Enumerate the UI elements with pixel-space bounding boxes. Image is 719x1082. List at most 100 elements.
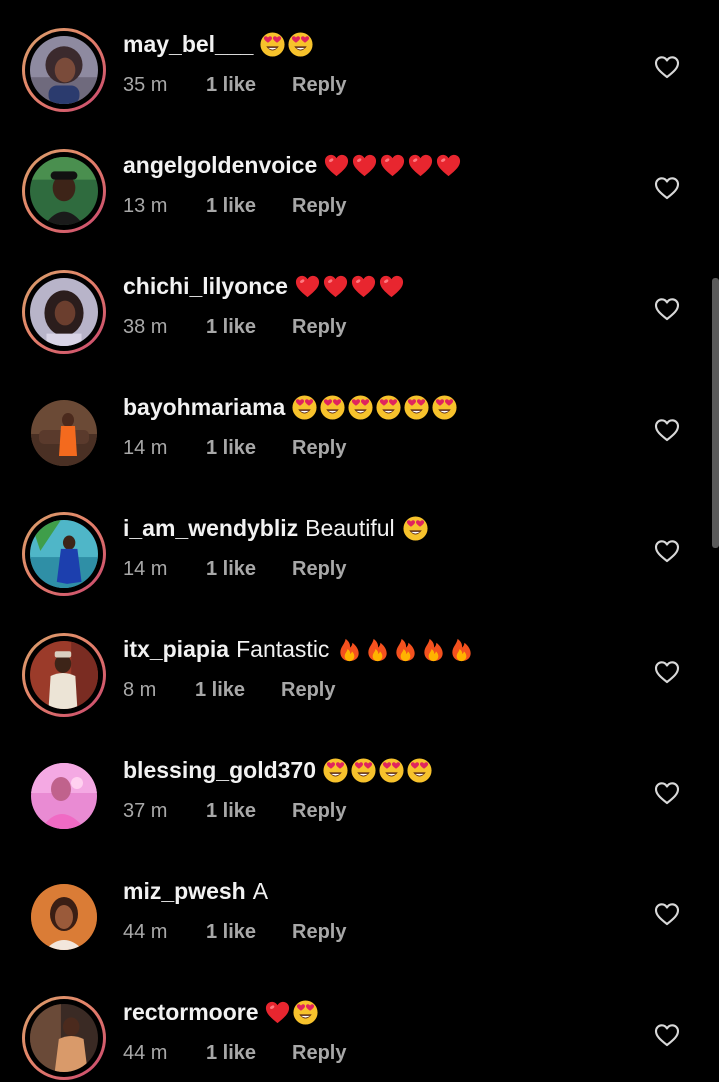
- comment-time: 14 m: [123, 437, 168, 459]
- comment-row: chichi_lilyonce 38 m 1 like Reply: [0, 242, 719, 363]
- like-count-button[interactable]: 1 like: [195, 679, 281, 702]
- heart-eyes-emoji: [406, 757, 433, 784]
- comment-meta: 44 m 1 like Reply: [123, 921, 346, 944]
- comment-line: may_bel___: [123, 31, 315, 58]
- like-count-button[interactable]: 1 like: [206, 558, 292, 581]
- comment-emojis: [291, 394, 459, 421]
- profile-photo[interactable]: [30, 520, 98, 588]
- comment-emojis: [322, 757, 434, 784]
- reply-button[interactable]: Reply: [292, 195, 346, 218]
- comment-line: miz_pwesh A: [123, 878, 275, 905]
- comment-emojis: [323, 152, 463, 179]
- like-count-button[interactable]: 1 like: [206, 74, 292, 97]
- like-count-button[interactable]: 1 like: [206, 316, 292, 339]
- reply-button[interactable]: Reply: [281, 679, 335, 702]
- heart-outline-icon[interactable]: [654, 1023, 680, 1047]
- fire-emoji: [392, 636, 419, 663]
- comment-meta: 35 m 1 like Reply: [123, 74, 346, 97]
- username-link[interactable]: bayohmariama: [123, 394, 285, 421]
- like-count-button[interactable]: 1 like: [206, 921, 292, 944]
- heart-outline-icon[interactable]: [654, 418, 680, 442]
- profile-photo[interactable]: [31, 763, 97, 829]
- heart-eyes-emoji: [431, 394, 458, 421]
- heart-outline-icon[interactable]: [654, 781, 680, 805]
- red-heart-emoji: [264, 999, 291, 1026]
- username-link[interactable]: angelgoldenvoice: [123, 152, 317, 179]
- username-link[interactable]: miz_pwesh: [123, 878, 246, 905]
- avatar[interactable]: [22, 875, 106, 959]
- comment-line: blessing_gold370: [123, 757, 434, 784]
- like-count-button[interactable]: 1 like: [206, 800, 292, 823]
- comment-line: angelgoldenvoice: [123, 152, 463, 179]
- reply-button[interactable]: Reply: [292, 437, 346, 460]
- red-heart-emoji: [351, 152, 378, 179]
- reply-button[interactable]: Reply: [292, 74, 346, 97]
- comment-row: bayohmariama 14 m 1 like Reply: [0, 363, 719, 484]
- username-link[interactable]: itx_piapia: [123, 636, 229, 663]
- avatar[interactable]: [22, 28, 106, 112]
- comment-time: 38 m: [123, 316, 168, 338]
- comments-screen: may_bel___ 35 m 1 like Reply angelgolden…: [0, 0, 719, 1082]
- heart-eyes-emoji: [378, 757, 405, 784]
- reply-button[interactable]: Reply: [292, 558, 346, 581]
- heart-outline-icon[interactable]: [654, 297, 680, 321]
- comment-meta: 38 m 1 like Reply: [123, 316, 346, 339]
- reply-button[interactable]: Reply: [292, 800, 346, 823]
- profile-photo[interactable]: [30, 36, 98, 104]
- comment-row: i_am_wendybliz Beautiful 14 m 1 like Rep…: [0, 484, 719, 605]
- comment-text: Beautiful: [305, 515, 395, 541]
- profile-photo[interactable]: [30, 1004, 98, 1072]
- profile-photo[interactable]: [30, 641, 98, 709]
- heart-eyes-emoji: [403, 394, 430, 421]
- heart-eyes-emoji: [291, 394, 318, 421]
- comment-meta: 13 m 1 like Reply: [123, 195, 346, 218]
- comment-row: blessing_gold370 37 m 1 like Reply: [0, 726, 719, 847]
- red-heart-emoji: [323, 152, 350, 179]
- profile-photo[interactable]: [31, 884, 97, 950]
- comment-time: 37 m: [123, 800, 168, 822]
- red-heart-emoji: [435, 152, 462, 179]
- username-link[interactable]: i_am_wendybliz: [123, 515, 298, 542]
- heart-outline-icon[interactable]: [654, 55, 680, 79]
- avatar[interactable]: [22, 270, 106, 354]
- comment-line: rectormoore: [123, 999, 320, 1026]
- profile-photo[interactable]: [30, 278, 98, 346]
- comment-time: 44 m: [123, 1042, 168, 1064]
- comment-text: Fantastic: [236, 636, 330, 662]
- username-link[interactable]: rectormoore: [123, 999, 258, 1026]
- like-count-button[interactable]: 1 like: [206, 195, 292, 218]
- comment-row: miz_pwesh A 44 m 1 like Reply: [0, 847, 719, 968]
- comment-meta: 14 m 1 like Reply: [123, 437, 346, 460]
- avatar[interactable]: [22, 391, 106, 475]
- profile-photo[interactable]: [31, 400, 97, 466]
- reply-button[interactable]: Reply: [292, 1042, 346, 1065]
- heart-outline-icon[interactable]: [654, 660, 680, 684]
- heart-outline-icon[interactable]: [654, 539, 680, 563]
- like-count-button[interactable]: 1 like: [206, 437, 292, 460]
- heart-outline-icon[interactable]: [654, 176, 680, 200]
- avatar[interactable]: [22, 996, 106, 1080]
- comment-text: A: [252, 878, 269, 904]
- like-count-button[interactable]: 1 like: [206, 1042, 292, 1065]
- profile-photo[interactable]: [30, 157, 98, 225]
- username-link[interactable]: blessing_gold370: [123, 757, 316, 784]
- username-link[interactable]: may_bel___: [123, 31, 253, 58]
- comment-line: bayohmariama: [123, 394, 459, 421]
- comment-emojis: [259, 31, 315, 58]
- reply-button[interactable]: Reply: [292, 921, 346, 944]
- heart-eyes-emoji: [322, 757, 349, 784]
- avatar[interactable]: [22, 754, 106, 838]
- comment-emojis: [264, 999, 320, 1026]
- comment-meta: 8 m 1 like Reply: [123, 679, 335, 702]
- username-link[interactable]: chichi_lilyonce: [123, 273, 288, 300]
- heart-outline-icon[interactable]: [654, 902, 680, 926]
- heart-eyes-emoji: [347, 394, 374, 421]
- avatar[interactable]: [22, 633, 106, 717]
- avatar[interactable]: [22, 149, 106, 233]
- comment-row: angelgoldenvoice 13 m 1 like Reply: [0, 121, 719, 242]
- reply-button[interactable]: Reply: [292, 316, 346, 339]
- avatar[interactable]: [22, 512, 106, 596]
- comment-emojis: [336, 636, 476, 663]
- comment-line: itx_piapia Fantastic: [123, 636, 476, 663]
- comment-meta: 14 m 1 like Reply: [123, 558, 346, 581]
